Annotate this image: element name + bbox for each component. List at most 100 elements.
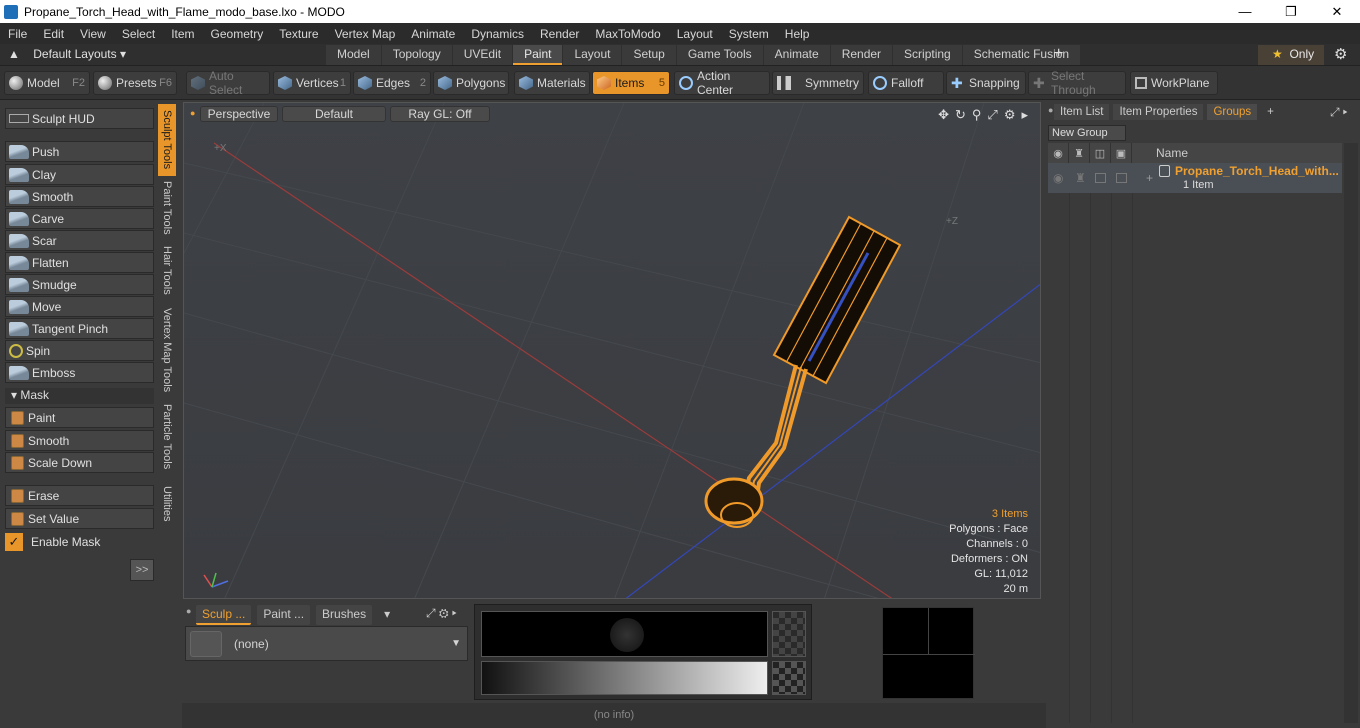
tab-topology[interactable]: Topology bbox=[381, 45, 452, 65]
maximize-view-icon[interactable]: ⤢ bbox=[987, 107, 997, 123]
mask-section-header[interactable]: ▾ Mask bbox=[5, 388, 154, 404]
add-tab-icon[interactable]: + bbox=[1261, 104, 1280, 120]
render-icon[interactable]: ♜ bbox=[1069, 143, 1090, 163]
vtab-sculpt-tools[interactable]: Sculpt Tools bbox=[158, 104, 176, 176]
tool-smudge[interactable]: Smudge bbox=[5, 274, 154, 295]
gear-icon[interactable]: ⚙ bbox=[1334, 45, 1347, 63]
model-button[interactable]: Model F2 bbox=[4, 71, 90, 95]
panel-maximize-icon[interactable]: ⤢ ▸ bbox=[1330, 105, 1348, 120]
brush-shape-preview[interactable] bbox=[481, 611, 768, 657]
tool-spin[interactable]: Spin bbox=[5, 340, 154, 361]
menu-help[interactable]: Help bbox=[777, 27, 818, 41]
menu-system[interactable]: System bbox=[721, 27, 777, 41]
menu-edit[interactable]: Edit bbox=[35, 27, 72, 41]
workplane-button[interactable]: WorkPlane bbox=[1130, 71, 1218, 95]
row-eye-icon[interactable]: ◉ bbox=[1053, 171, 1063, 185]
panel-options-icon[interactable]: ⤢ ⚙ ▸ bbox=[426, 606, 457, 621]
materials-button[interactable]: Materials bbox=[514, 71, 590, 95]
tab-game-tools[interactable]: Game Tools bbox=[676, 45, 763, 65]
only-toggle[interactable]: ★ Only bbox=[1258, 45, 1324, 65]
pan-icon[interactable]: ✥ bbox=[938, 107, 949, 123]
tool-move[interactable]: Move bbox=[5, 296, 154, 317]
maximize-icon[interactable]: ❐ bbox=[1268, 0, 1314, 23]
row-lock-checkbox[interactable] bbox=[1095, 173, 1106, 183]
vertices-button[interactable]: Vertices 1 bbox=[273, 71, 351, 95]
menu-select[interactable]: Select bbox=[114, 27, 163, 41]
menu-dynamics[interactable]: Dynamics bbox=[463, 27, 532, 41]
close-icon[interactable]: ✕ bbox=[1314, 0, 1360, 23]
menu-layout[interactable]: Layout bbox=[669, 27, 721, 41]
auto-select-button[interactable]: Auto Select bbox=[186, 69, 270, 97]
tab-sculpt[interactable]: Sculp ... bbox=[196, 605, 252, 625]
select-icon[interactable]: ▣ bbox=[1111, 143, 1132, 163]
menu-texture[interactable]: Texture bbox=[271, 27, 326, 41]
tool-push[interactable]: Push bbox=[5, 141, 154, 162]
tab-paint-brushes[interactable]: Paint ... bbox=[257, 605, 311, 625]
snapping-button[interactable]: ✚ Snapping bbox=[946, 71, 1026, 95]
eye-icon[interactable]: ◉ bbox=[1048, 143, 1069, 163]
falloff-button[interactable]: Falloff bbox=[868, 71, 944, 95]
edges-button[interactable]: Edges 2 bbox=[353, 71, 431, 95]
tab-paint[interactable]: Paint bbox=[513, 45, 563, 65]
tab-render[interactable]: Render bbox=[830, 45, 893, 65]
tab-uvedit[interactable]: UVEdit bbox=[452, 45, 513, 65]
presets-button[interactable]: Presets F6 bbox=[93, 71, 177, 95]
menu-vertex-map[interactable]: Vertex Map bbox=[327, 27, 404, 41]
tool-scar[interactable]: Scar bbox=[5, 230, 154, 251]
tool-clay[interactable]: Clay bbox=[5, 164, 154, 185]
viewport-3d[interactable]: ● Perspective Default Ray GL: Off ✥ ↻ ⚲ … bbox=[183, 102, 1041, 599]
tab-groups[interactable]: Groups bbox=[1207, 104, 1258, 120]
rotate-icon[interactable]: ↻ bbox=[955, 107, 966, 123]
enable-mask-checkbox[interactable]: ✓ Enable Mask bbox=[5, 533, 100, 551]
action-center-button[interactable]: Action Center bbox=[674, 69, 770, 97]
mask-set-value-button[interactable]: Set Value bbox=[5, 508, 154, 529]
view-perspective-dropdown[interactable]: Perspective bbox=[200, 106, 278, 122]
viewport-menu-arrow-icon[interactable]: ▸ bbox=[1021, 107, 1028, 123]
tab-scripting[interactable]: Scripting bbox=[893, 45, 962, 65]
tabs-dropdown-icon[interactable]: ▾ bbox=[378, 605, 396, 625]
shading-default-dropdown[interactable]: Default bbox=[282, 106, 386, 122]
expand-plus-icon[interactable]: + bbox=[1146, 171, 1153, 185]
mask-scale-down-button[interactable]: Scale Down bbox=[5, 452, 154, 473]
tool-tangent-pinch[interactable]: Tangent Pinch bbox=[5, 318, 154, 339]
minimize-icon[interactable]: — bbox=[1222, 0, 1268, 23]
mask-paint-button[interactable]: Paint bbox=[5, 407, 154, 428]
ray-gl-dropdown[interactable]: Ray GL: Off bbox=[390, 106, 490, 122]
tool-smooth[interactable]: Smooth bbox=[5, 186, 154, 207]
new-group-button[interactable]: New Group bbox=[1048, 125, 1126, 141]
vtab-particle-tools[interactable]: Particle Tools bbox=[158, 400, 176, 474]
zoom-icon[interactable]: ⚲ bbox=[972, 107, 982, 123]
items-button[interactable]: Items 5 bbox=[592, 71, 670, 95]
lock-icon[interactable]: ◫ bbox=[1090, 143, 1111, 163]
symmetry-button[interactable]: Symmetry bbox=[772, 71, 864, 95]
mask-smooth-button[interactable]: Smooth bbox=[5, 430, 154, 451]
vtab-paint-tools[interactable]: Paint Tools bbox=[158, 178, 176, 238]
tab-brushes[interactable]: Brushes bbox=[316, 605, 373, 625]
row-select-checkbox[interactable] bbox=[1116, 173, 1127, 183]
menu-item[interactable]: Item bbox=[163, 27, 202, 41]
row-render-icon[interactable]: ♜ bbox=[1075, 171, 1086, 185]
tool-emboss[interactable]: Emboss bbox=[5, 362, 154, 383]
texture-preview[interactable] bbox=[882, 607, 975, 699]
menu-file[interactable]: File bbox=[0, 27, 35, 41]
default-layouts-dropdown[interactable]: ▲ Default Layouts ▾ bbox=[8, 47, 126, 61]
checker-swatch[interactable] bbox=[772, 611, 806, 657]
sculpt-hud-button[interactable]: Sculpt HUD bbox=[5, 108, 154, 129]
viewport-gear-icon[interactable]: ⚙ bbox=[1004, 107, 1016, 123]
menu-render[interactable]: Render bbox=[532, 27, 587, 41]
tab-model[interactable]: Model bbox=[326, 45, 381, 65]
vtab-utilities[interactable]: Utilities bbox=[158, 476, 176, 532]
menu-geometry[interactable]: Geometry bbox=[203, 27, 272, 41]
vtab-vertex-map-tools[interactable]: Vertex Map Tools bbox=[158, 302, 176, 398]
tab-setup[interactable]: Setup bbox=[622, 45, 676, 65]
menu-animate[interactable]: Animate bbox=[403, 27, 463, 41]
vtab-hair-tools[interactable]: Hair Tools bbox=[158, 240, 176, 300]
add-tab-icon[interactable]: + bbox=[1054, 45, 1063, 63]
tab-item-list[interactable]: Item List bbox=[1054, 104, 1110, 120]
mask-erase-button[interactable]: Erase bbox=[5, 485, 154, 506]
group-row[interactable]: ◉ ♜ + Propane_Torch_Head_with... 1 Item bbox=[1048, 163, 1342, 193]
tab-item-properties[interactable]: Item Properties bbox=[1113, 104, 1204, 120]
tab-layout[interactable]: Layout bbox=[563, 45, 622, 65]
menu-view[interactable]: View bbox=[72, 27, 114, 41]
tab-animate[interactable]: Animate bbox=[763, 45, 830, 65]
